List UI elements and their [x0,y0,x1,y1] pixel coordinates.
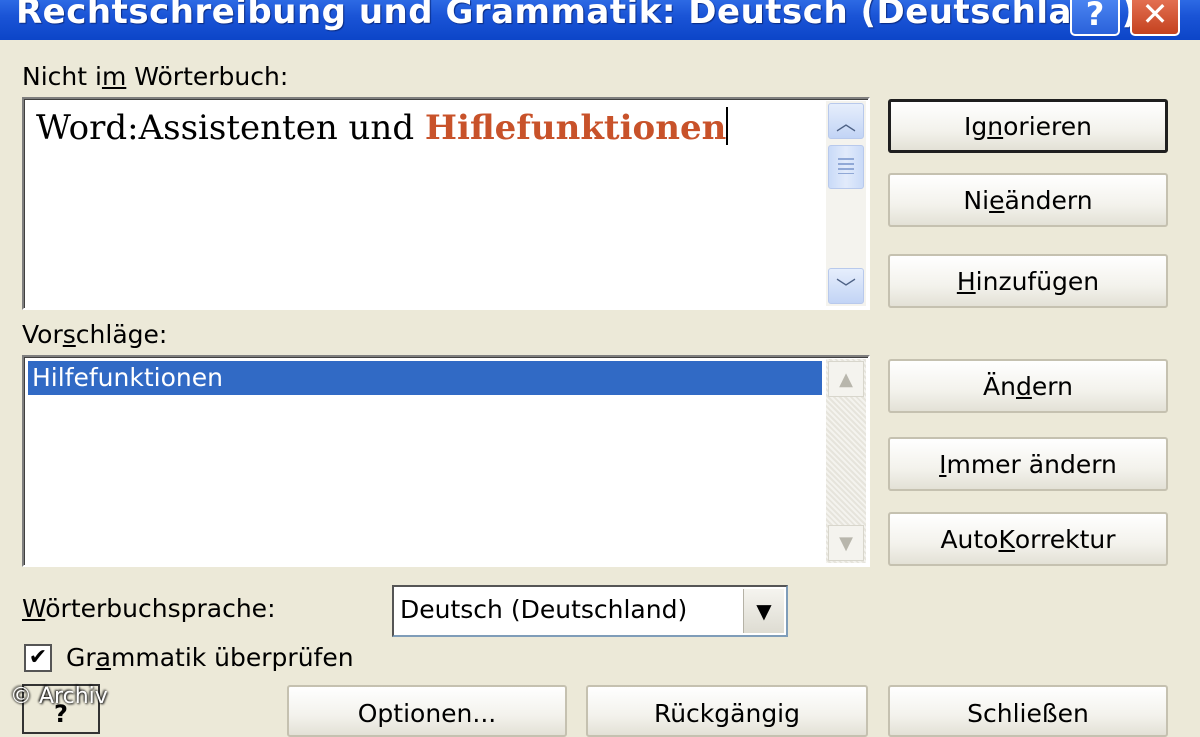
triangle-down-icon: ▼ [756,599,772,623]
not-in-dictionary-textbox[interactable]: Word:Assistenten und Hiflefunktionen ︿ ﹀ [22,97,870,310]
dropdown-button[interactable]: ▼ [743,589,784,633]
ignore-button[interactable]: Ig n orieren [888,99,1168,153]
scroll-down-button[interactable]: ﹀ [828,268,864,304]
suggestions-scroll-down-button[interactable]: ▼ [828,525,864,561]
options-button[interactable]: Optionen... [287,685,567,737]
dictionary-language-label: Wörterbuchsprache: [22,594,276,623]
undo-button[interactable]: Rückgängig [586,685,868,737]
check-grammar-label: Grammatik überprüfen [66,643,354,672]
help-button[interactable]: ? [1070,0,1120,36]
scroll-thumb[interactable] [828,145,864,189]
checkmark-icon: ✔ [28,645,48,670]
add-to-dictionary-button[interactable]: Hinzufügen [888,254,1168,308]
triangle-up-icon: ▲ [839,368,853,390]
suggestions-scroll-up-button[interactable]: ▲ [828,361,864,397]
change-button[interactable]: Än d ern [888,359,1168,413]
copyright-watermark: © Archiv [10,684,108,709]
scroll-up-button[interactable]: ︿ [828,103,864,139]
dictionary-language-select[interactable]: Deutsch (Deutschland) ▼ [392,585,788,637]
text-caret [726,107,729,145]
never-change-button[interactable]: Ni e ändern [888,173,1168,227]
chevron-up-icon: ︿ [836,110,856,135]
close-window-button[interactable]: ✕ [1130,0,1180,36]
check-grammar-checkbox[interactable]: ✔ [24,644,52,672]
suggestions-listbox[interactable]: Hilfefunktionen ▲ ▼ [22,355,870,567]
misspelled-word: Hiflefunktionen [424,108,727,148]
autocorrect-button[interactable]: Auto Korrektur [888,512,1168,566]
window-title: Rechtschreibung und Grammatik: Deutsch (… [16,0,1138,32]
chevron-down-icon: ﹀ [836,275,856,300]
triangle-down-icon: ▼ [839,532,853,554]
suggestion-item-selected[interactable]: Hilfefunktionen [28,361,822,395]
close-button[interactable]: Schließen [888,685,1168,737]
dictionary-language-value: Deutsch (Deutschland) [400,595,688,624]
close-icon: ✕ [1141,0,1169,33]
sentence-text: Word:Assistenten und Hiflefunktionen [36,107,729,148]
textbox-scrollbar[interactable]: ︿ ﹀ [826,101,866,306]
not-in-dictionary-label: Nicht im Wörterbuch: [22,62,289,91]
suggestions-scrollbar[interactable]: ▲ ▼ [826,359,866,563]
change-all-button[interactable]: Immer ändern [888,437,1168,491]
title-bar: Rechtschreibung und Grammatik: Deutsch (… [0,0,1200,40]
suggestions-label: Vorschläge: [22,320,168,349]
question-icon: ? [1085,0,1105,33]
